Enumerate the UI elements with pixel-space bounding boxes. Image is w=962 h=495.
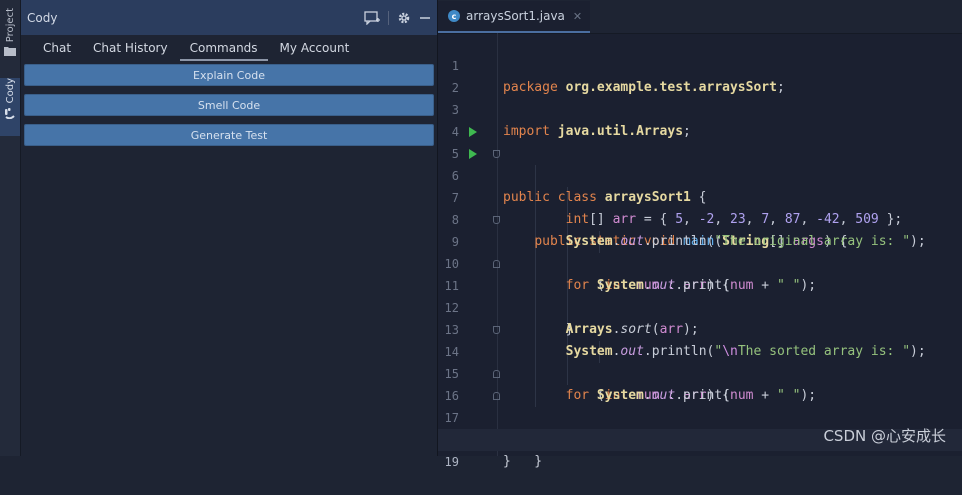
run-icon[interactable]: [469, 127, 477, 137]
code-line: 6 public static void main(String[] args)…: [438, 143, 962, 249]
new-chat-icon[interactable]: [364, 10, 380, 25]
code-line: 11 }: [438, 253, 962, 337]
folder-icon: [4, 47, 16, 57]
smell-code-button[interactable]: Smell Code: [24, 94, 434, 116]
file-tab[interactable]: c arraysSort1.java ✕: [438, 1, 591, 33]
cody-panel: Cody Chat Chat History Commands My Accou…: [21, 0, 438, 456]
tab-commands[interactable]: Commands: [179, 41, 268, 61]
project-tool-tab[interactable]: Project: [0, 8, 20, 68]
watermark: CSDN @心安成长: [823, 427, 946, 445]
run-icon[interactable]: [469, 149, 477, 159]
code-line: 4: [438, 99, 962, 139]
java-class-icon: c: [448, 10, 460, 22]
code-line: 8 System.out.println("The original array…: [438, 187, 962, 249]
project-tab-label: Project: [4, 8, 16, 43]
file-tab-label: arraysSort1.java: [466, 9, 565, 23]
tab-chat-history[interactable]: Chat History: [83, 41, 178, 61]
tool-window-strip: Project Cody: [0, 0, 21, 456]
fold-icon[interactable]: [493, 392, 500, 400]
cody-logo-icon: [5, 108, 15, 120]
code-line: 10 System.out.print(num + " ");: [438, 231, 962, 293]
line-number: 19: [444, 455, 459, 469]
code-line: 15 System.out.print(num + " ");: [438, 341, 962, 403]
code-line: 7 int[] arr = { 5, -2, 23, 7, 87, -42, 5…: [438, 165, 962, 227]
cody-tab-label: Cody: [4, 78, 16, 104]
code-line: 2: [438, 55, 962, 95]
fold-icon[interactable]: [493, 216, 500, 224]
cody-tool-tab[interactable]: Cody: [0, 78, 20, 136]
code-line: 1 package org.example.test.arraysSort;: [438, 33, 962, 95]
fold-icon[interactable]: [493, 370, 500, 378]
code-line: 5 public class arraysSort1 {: [438, 121, 962, 205]
code-line: 17 }: [438, 385, 962, 469]
code-line: 13 System.out.println("\nThe sorted arra…: [438, 297, 962, 359]
panel-title: Cody: [27, 10, 58, 25]
fold-icon[interactable]: [493, 326, 500, 334]
code-editor: c arraysSort1.java ✕ 1 package org.examp…: [438, 0, 962, 469]
editor-tab-bar: c arraysSort1.java ✕: [438, 0, 962, 34]
explain-code-button[interactable]: Explain Code: [24, 64, 434, 86]
code-line: 14 for (int num : arr) {: [438, 319, 962, 403]
tab-my-account[interactable]: My Account: [270, 41, 360, 61]
code-line: 3 import java.util.Arrays;: [438, 77, 962, 139]
commands-list: Explain Code Smell Code Generate Test: [21, 64, 437, 146]
fold-icon[interactable]: [493, 260, 500, 268]
code-line: 9 for (int num : arr) {: [438, 209, 962, 293]
code-line: 12 Arrays.sort(arr);: [438, 275, 962, 337]
fold-icon[interactable]: [493, 150, 500, 158]
minimize-icon[interactable]: [419, 12, 431, 24]
header-divider: [388, 10, 389, 25]
tab-chat[interactable]: Chat: [33, 41, 81, 61]
cody-panel-header: Cody: [21, 0, 437, 35]
code-text: }: [503, 454, 511, 469]
close-icon[interactable]: ✕: [573, 10, 582, 23]
code-area[interactable]: 1 package org.example.test.arraysSort; 2…: [438, 33, 962, 469]
gear-icon[interactable]: [397, 11, 411, 25]
generate-test-button[interactable]: Generate Test: [24, 124, 434, 146]
code-line: 16 }: [438, 363, 962, 447]
cody-tab-bar: Chat Chat History Commands My Account: [21, 35, 437, 61]
